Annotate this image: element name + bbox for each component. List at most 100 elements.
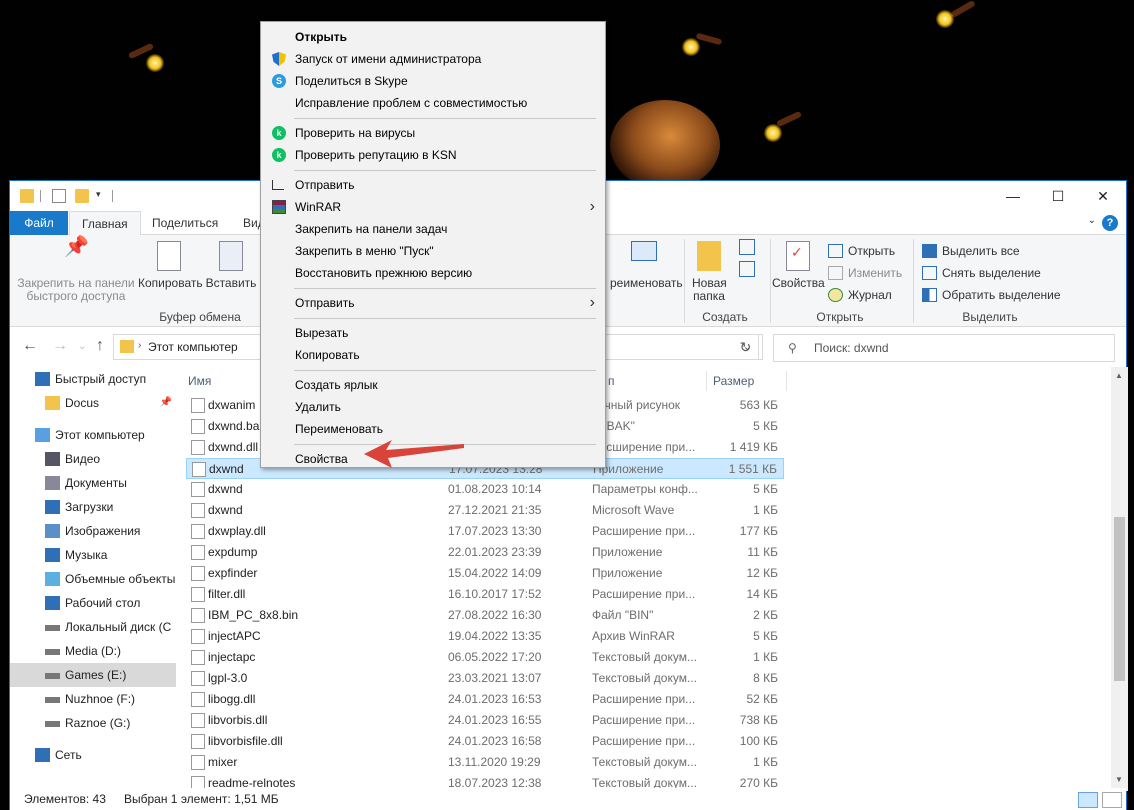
search-input[interactable]: ⚲ Поиск: dxwnd — [773, 334, 1115, 362]
new-folder-icon[interactable] — [75, 189, 89, 203]
table-row[interactable]: libvorbisfile.dll 24.01.2023 16:58 Расшире… — [186, 731, 784, 752]
large-icons-view-icon[interactable] — [1102, 792, 1122, 808]
scroll-down-icon[interactable]: ▼ — [1115, 775, 1123, 784]
nav-item-9[interactable]: Рабочий стол — [10, 591, 176, 615]
file-type: л "BAK" — [592, 419, 635, 433]
copy-button[interactable]: Копировать — [138, 241, 203, 290]
history-button[interactable]: Журнал — [828, 285, 892, 305]
details-view-icon[interactable] — [1078, 792, 1098, 808]
paste-button[interactable]: Вставить — [204, 241, 258, 290]
nav-item-8[interactable]: Объемные объекты — [10, 567, 176, 591]
new-item-button[interactable] — [734, 239, 760, 283]
column-header-type[interactable]: п — [608, 374, 615, 388]
file-type: Расширение при... — [592, 587, 696, 601]
table-row[interactable]: mixer 13.11.2020 19:29 Текстовый докум... 1… — [186, 752, 784, 773]
vertical-scrollbar[interactable]: ▲ ▼ — [1111, 367, 1128, 791]
menu-item[interactable]: Запуск от имени администратора — [261, 48, 605, 70]
menu-item[interactable]: Открыть — [261, 26, 605, 48]
nav-item-14[interactable]: Raznoe (G:) — [10, 711, 176, 735]
maximize-button[interactable]: ☐ — [1035, 181, 1081, 211]
breadcrumb[interactable]: Этот компьютер — [148, 340, 238, 354]
paste-icon — [219, 241, 243, 271]
table-row[interactable]: lgpl-3.0 23.03.2021 13:07 Текстовый докум.… — [186, 668, 784, 689]
nav-item-12[interactable]: Games (E:) — [10, 663, 176, 687]
up-button[interactable]: ↑ — [96, 337, 104, 355]
column-header-name[interactable]: Имя — [188, 374, 211, 388]
file-type: Приложение — [593, 462, 664, 476]
table-row[interactable]: dxwnd 27.12.2021 21:35 Microsoft Wave 1 КБ — [186, 500, 784, 521]
table-row[interactable]: injectapc 06.05.2022 17:20 Текстовый докум… — [186, 647, 784, 668]
nav-item-15[interactable]: Сеть — [10, 743, 176, 767]
forward-button[interactable]: → — [52, 337, 68, 355]
edit-button[interactable]: Изменить — [828, 263, 902, 283]
menu-item[interactable]: Исправление проблем с совместимостью — [261, 92, 605, 114]
table-row[interactable]: expfinder 15.04.2022 14:09 Приложение 12 КБ — [186, 563, 784, 584]
nav-item-7[interactable]: Музыка — [10, 543, 176, 567]
table-row[interactable]: libogg.dll 24.01.2023 16:53 Расширение при… — [186, 689, 784, 710]
file-name: IBM_PC_8x8.bin — [208, 608, 299, 622]
menu-item[interactable]: Удалить — [261, 396, 605, 418]
minimize-button[interactable]: — — [990, 181, 1036, 211]
select-all-button[interactable]: Выделить все — [922, 241, 1020, 261]
drive-icon — [45, 721, 60, 727]
menu-item[interactable]: Отправить › — [261, 292, 605, 314]
close-button[interactable]: ✕ — [1080, 181, 1126, 211]
nav-item-4[interactable]: Документы — [10, 471, 176, 495]
back-button[interactable]: ← — [22, 337, 38, 355]
file-type: Текстовый докум... — [592, 755, 697, 769]
table-row[interactable]: libvorbis.dll 24.01.2023 16:55 Расширение … — [186, 710, 784, 731]
table-row[interactable]: expdump 22.01.2023 23:39 Приложение 11 КБ — [186, 542, 784, 563]
nav-item-3[interactable]: Видео — [10, 447, 176, 471]
menu-item[interactable]: k Проверить на вирусы — [261, 122, 605, 144]
menu-item[interactable]: WinRAR › — [261, 196, 605, 218]
menu-item[interactable]: Отправить — [261, 174, 605, 196]
nav-item-1[interactable]: Docus 📌 — [10, 391, 176, 415]
properties-icon[interactable] — [52, 189, 66, 203]
menu-item[interactable]: Вырезать — [261, 322, 605, 344]
file-type: Расширение при... — [592, 524, 696, 538]
nav-item-13[interactable]: Nuzhnoe (F:) — [10, 687, 176, 711]
open-button[interactable]: Открыть — [828, 241, 895, 261]
recent-locations-icon[interactable]: ⌄ — [78, 341, 86, 352]
chevron-down-icon[interactable]: ⌄ — [1088, 215, 1096, 226]
select-none-button[interactable]: Снять выделение — [922, 263, 1041, 283]
tab-file[interactable]: Файл — [10, 211, 68, 235]
column-header-size[interactable]: Размер — [713, 374, 754, 388]
menu-item[interactable]: k Проверить репутацию в KSN — [261, 144, 605, 166]
menu-item[interactable]: Закрепить в меню "Пуск" — [261, 240, 605, 262]
nav-item-10[interactable]: Локальный диск (C — [10, 615, 176, 639]
new-folder-button[interactable]: Новая папка — [686, 241, 732, 303]
pin-quick-access-button[interactable]: 📌 Закрепить на панели быстрого доступа — [14, 237, 138, 303]
table-row[interactable]: IBM_PC_8x8.bin 27.08.2022 16:30 Файл "BIN"… — [186, 605, 784, 626]
scroll-up-icon[interactable]: ▲ — [1115, 371, 1123, 380]
invert-selection-button[interactable]: Обратить выделение — [922, 285, 1061, 305]
file-date: 01.08.2023 10:14 — [448, 482, 542, 496]
properties-button[interactable]: ✓ Свойства — [772, 241, 825, 290]
table-row[interactable]: dxwnd 01.08.2023 10:14 Параметры конф... 5 … — [186, 479, 784, 500]
edit-icon — [828, 266, 843, 280]
nav-item-0[interactable]: Быстрый доступ — [10, 367, 176, 391]
table-row[interactable]: injectAPC 19.04.2022 13:35 Архив WinRAR 5 К… — [186, 626, 784, 647]
file-size: 8 КБ — [753, 671, 778, 685]
rename-button[interactable]: реименовать — [610, 241, 683, 290]
tab-share[interactable]: Поделиться — [140, 211, 230, 235]
table-row[interactable]: filter.dll 16.10.2017 17:52 Расширение при… — [186, 584, 784, 605]
menu-item[interactable]: Создать ярлык — [261, 374, 605, 396]
nav-item-11[interactable]: Media (D:) — [10, 639, 176, 663]
nav-item-5[interactable]: Загрузки — [10, 495, 176, 519]
menu-item[interactable]: Копировать — [261, 344, 605, 366]
nav-item-label: Документы — [65, 476, 127, 490]
menu-item[interactable]: S Поделиться в Skype — [261, 70, 605, 92]
nav-item-6[interactable]: Изображения — [10, 519, 176, 543]
help-icon[interactable]: ? — [1102, 215, 1118, 231]
refresh-button[interactable]: ↻ — [733, 334, 759, 360]
scrollbar-thumb[interactable] — [1114, 517, 1125, 681]
nav-item-2[interactable]: Этот компьютер — [10, 423, 176, 447]
file-name: dxwnd.dll — [208, 440, 259, 454]
menu-item[interactable]: Восстановить прежнюю версию — [261, 262, 605, 284]
menu-item[interactable]: Закрепить на панели задач — [261, 218, 605, 240]
chevron-right-icon: › — [589, 294, 595, 311]
tab-home[interactable]: Главная — [69, 211, 141, 236]
table-row[interactable]: dxwplay.dll 17.07.2023 13:30 Расширение пр… — [186, 521, 784, 542]
chevron-down-icon[interactable]: ▾ — [96, 189, 101, 200]
